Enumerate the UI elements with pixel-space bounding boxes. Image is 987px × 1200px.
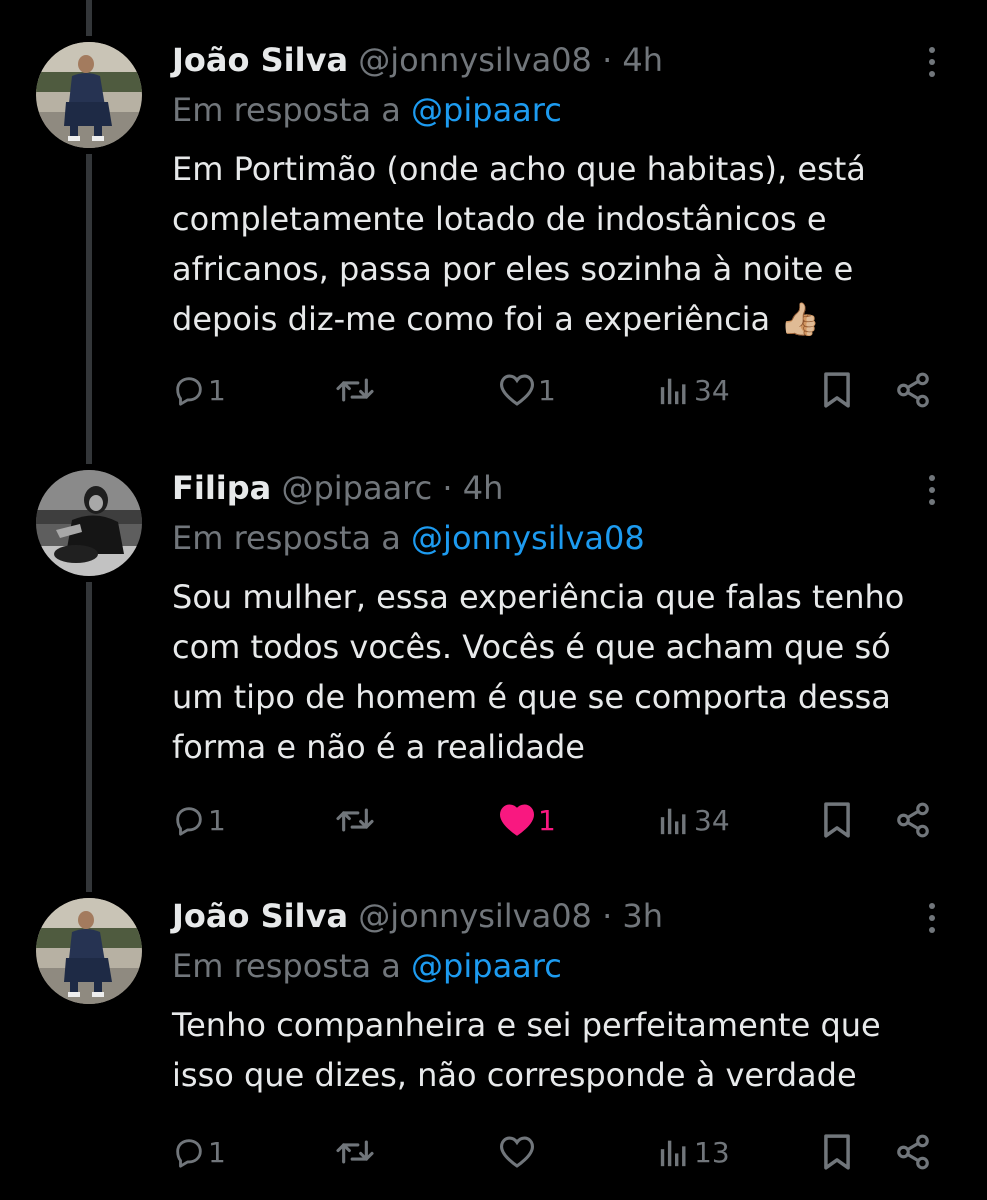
bookmark-icon (824, 372, 850, 408)
tweet-text-line: Tenho companheira e sei perfeitamente qu… (172, 1006, 881, 1044)
avatar[interactable] (36, 42, 142, 148)
man-in-suit-photo (36, 42, 142, 148)
reply-button[interactable]: 1 (172, 796, 226, 844)
tweet-text-line: um tipo de homem é que se comporta dessa (172, 678, 891, 716)
reply-button[interactable]: 1 (172, 366, 226, 414)
like-icon (499, 374, 535, 406)
reply-icon (176, 807, 202, 836)
tweet-text-line: isso que dizes, não corresponde à verdad… (172, 1056, 857, 1094)
avatar[interactable] (36, 898, 142, 1004)
like-count: 1 (538, 373, 556, 407)
repost-button[interactable] (334, 1128, 378, 1176)
repost-icon (336, 378, 374, 402)
like-button[interactable]: 1 (498, 366, 556, 414)
tweet-actions: 1 13 (0, 1128, 987, 1176)
tweet[interactable]: João Silva @jonnysilva08 · 4h Em respost… (0, 38, 987, 428)
like-button[interactable] (498, 1128, 538, 1176)
views-button[interactable]: 34 (658, 366, 730, 414)
views-button[interactable]: 13 (658, 1128, 730, 1176)
view-count: 34 (694, 803, 730, 837)
view-count: 13 (694, 1135, 730, 1169)
timestamp[interactable]: 4h (463, 469, 504, 507)
replying-to-label: Em resposta a (172, 519, 401, 557)
bookmark-button[interactable] (820, 796, 854, 844)
woman-grayscale-photo (36, 470, 142, 576)
replying-to-label: Em resposta a (172, 947, 401, 985)
tweet-text-line: Em Portimão (onde acho que habitas), est… (172, 150, 866, 188)
tweet-header: João Silva @jonnysilva08 · 4h (172, 38, 663, 82)
reply-count: 1 (208, 373, 226, 407)
author-handle[interactable]: @pipaarc (281, 469, 432, 507)
thread-connector (86, 0, 92, 36)
replying-to-label: Em resposta a (172, 91, 401, 129)
bookmark-button[interactable] (820, 366, 854, 414)
repost-icon (336, 808, 374, 832)
share-icon (897, 1134, 929, 1170)
like-icon (499, 804, 535, 836)
tweet-text-line: forma e não é a realidade (172, 728, 585, 766)
author-name[interactable]: João Silva (172, 897, 348, 935)
views-icon (660, 808, 686, 835)
reply-count: 1 (208, 1135, 226, 1169)
more-options-icon[interactable] (918, 42, 946, 82)
bookmark-button[interactable] (820, 1128, 854, 1176)
mention-link[interactable]: @pipaarc (411, 91, 562, 129)
tweet-actions: 1 1 34 (0, 366, 987, 414)
tweet-text-line: depois diz-me como foi a experiência 👍🏼 (172, 300, 821, 338)
share-icon (897, 372, 929, 408)
separator: · (602, 897, 613, 935)
tweet-header: Filipa @pipaarc · 4h (172, 466, 503, 510)
tweet-text: Tenho companheira e sei perfeitamente qu… (172, 1000, 952, 1100)
author-name[interactable]: João Silva (172, 41, 348, 79)
mention-link[interactable]: @pipaarc (411, 947, 562, 985)
repost-button[interactable] (334, 796, 378, 844)
repost-icon (336, 1140, 374, 1164)
separator: · (442, 469, 453, 507)
tweet-text-line: Sou mulher, essa experiência que falas t… (172, 578, 905, 616)
reply-icon (176, 1139, 202, 1168)
tweet-text-line: africanos, passa por eles sozinha à noit… (172, 250, 854, 288)
share-icon (897, 802, 929, 838)
man-in-suit-photo (36, 898, 142, 1004)
repost-button[interactable] (334, 366, 378, 414)
tweet-actions: 1 1 34 (0, 796, 987, 844)
replying-to: Em resposta a @jonnysilva08 (172, 516, 645, 560)
more-options-icon[interactable] (918, 898, 946, 938)
share-button[interactable] (894, 796, 932, 844)
author-name[interactable]: Filipa (172, 469, 271, 507)
more-options-icon[interactable] (918, 470, 946, 510)
views-icon (660, 378, 686, 405)
replying-to: Em resposta a @pipaarc (172, 88, 562, 132)
replying-to: Em resposta a @pipaarc (172, 944, 562, 988)
like-icon (499, 1136, 535, 1168)
views-button[interactable]: 34 (658, 796, 730, 844)
tweet-text-line: com todos vocês. Vocês é que acham que s… (172, 628, 891, 666)
bookmark-icon (824, 802, 850, 838)
reply-count: 1 (208, 803, 226, 837)
tweet[interactable]: João Silva @jonnysilva08 · 3h Em respost… (0, 894, 987, 1194)
reply-button[interactable]: 1 (172, 1128, 226, 1176)
bookmark-icon (824, 1134, 850, 1170)
views-icon (660, 1140, 686, 1167)
share-button[interactable] (894, 1128, 932, 1176)
timestamp[interactable]: 4h (622, 41, 663, 79)
view-count: 34 (694, 373, 730, 407)
timestamp[interactable]: 3h (622, 897, 663, 935)
tweet-text: Em Portimão (onde acho que habitas), est… (172, 144, 952, 344)
tweet-text: Sou mulher, essa experiência que falas t… (172, 572, 952, 772)
author-handle[interactable]: @jonnysilva08 (358, 897, 592, 935)
like-count: 1 (538, 803, 556, 837)
author-handle[interactable]: @jonnysilva08 (358, 41, 592, 79)
tweet-text-line: completamente lotado de indostânicos e (172, 200, 827, 238)
tweet-header: João Silva @jonnysilva08 · 3h (172, 894, 663, 938)
like-button[interactable]: 1 (498, 796, 556, 844)
share-button[interactable] (894, 366, 932, 414)
mention-link[interactable]: @jonnysilva08 (411, 519, 645, 557)
avatar[interactable] (36, 470, 142, 576)
reply-icon (176, 377, 202, 406)
separator: · (602, 41, 613, 79)
tweet[interactable]: Filipa @pipaarc · 4h Em resposta a @jonn… (0, 466, 987, 856)
